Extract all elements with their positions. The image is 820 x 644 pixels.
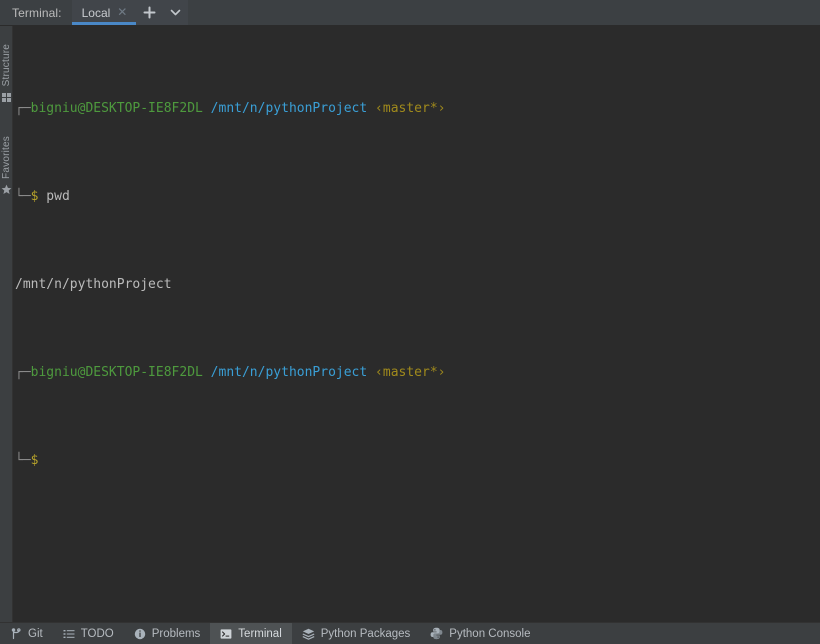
sidebar-item-structure[interactable]: Structure	[0, 44, 13, 107]
terminal-line: └─$	[13, 450, 820, 472]
pycharm-terminal-window: Terminal: Local ✕ Structure Favorites ┌─…	[0, 0, 820, 644]
sidebar-item-label: Structure	[1, 44, 12, 87]
terminal-tab-label: Local	[81, 5, 111, 20]
status-item-label: Terminal	[238, 627, 282, 640]
status-item-python-packages[interactable]: Python Packages	[292, 623, 421, 644]
status-item-problems[interactable]: Problems	[124, 623, 211, 644]
sidebar-item-label: Favorites	[1, 136, 12, 179]
status-item-label: Python Packages	[320, 627, 411, 640]
prompt-bracket-top: ┌─	[15, 101, 31, 116]
status-item-label: Git	[28, 627, 43, 640]
status-item-todo[interactable]: TODO	[53, 623, 124, 644]
terminal-line: /mnt/n/pythonProject	[13, 274, 820, 296]
chevron-down-icon[interactable]	[162, 0, 189, 25]
terminal-header-label: Terminal:	[12, 5, 62, 20]
packages-layers-icon	[302, 628, 315, 640]
prompt-path: /mnt/n/pythonProject	[210, 365, 368, 380]
sidebar-item-favorites[interactable]: Favorites	[0, 136, 13, 200]
prompt-dollar: $	[30, 453, 39, 468]
terminal-output-area[interactable]: ┌─bigniu@DESKTOP-IE8F2DL /mnt/n/pythonPr…	[13, 26, 820, 622]
status-item-terminal[interactable]: Terminal	[210, 623, 292, 644]
prompt-path: /mnt/n/pythonProject	[210, 101, 368, 116]
status-bar: Git TODO Problems Terminal Python Packag…	[0, 622, 820, 644]
status-item-git[interactable]: Git	[0, 623, 53, 644]
star-icon	[1, 182, 12, 200]
status-item-label: TODO	[80, 627, 114, 640]
plus-icon[interactable]	[136, 0, 163, 25]
left-tool-strip: Structure Favorites	[0, 26, 13, 622]
terminal-text: ┌─bigniu@DESKTOP-IE8F2DL /mnt/n/pythonPr…	[13, 32, 820, 538]
prompt-git-branch: ‹master*›	[375, 365, 446, 380]
python-icon	[430, 627, 443, 640]
prompt-bracket-top: ┌─	[15, 365, 31, 380]
terminal-tab-local[interactable]: Local ✕	[71, 0, 137, 25]
close-icon[interactable]: ✕	[116, 6, 128, 19]
terminal-header: Terminal: Local ✕	[0, 0, 820, 26]
prompt-user-host: bigniu@DESKTOP-IE8F2DL	[30, 101, 203, 116]
todo-list-icon	[63, 628, 75, 640]
terminal-output: /mnt/n/pythonProject	[15, 277, 172, 292]
status-item-label: Python Console	[449, 627, 531, 640]
structure-grid-icon	[2, 89, 11, 107]
git-branch-icon	[10, 627, 22, 640]
terminal-command: pwd	[38, 189, 70, 204]
info-circle-icon	[134, 628, 146, 640]
terminal-line: ┌─bigniu@DESKTOP-IE8F2DL /mnt/n/pythonPr…	[13, 98, 820, 120]
prompt-user-host: bigniu@DESKTOP-IE8F2DL	[30, 365, 203, 380]
terminal-icon	[220, 628, 232, 640]
prompt-bracket-bottom: └─	[15, 189, 31, 204]
status-item-python-console[interactable]: Python Console	[420, 623, 540, 644]
status-item-label: Problems	[151, 627, 201, 640]
prompt-bracket-bottom: └─	[15, 453, 31, 468]
terminal-line: ┌─bigniu@DESKTOP-IE8F2DL /mnt/n/pythonPr…	[13, 362, 820, 384]
terminal-line: └─$ pwd	[13, 186, 820, 208]
prompt-git-branch: ‹master*›	[375, 101, 446, 116]
terminal-tabstrip: Local ✕	[71, 0, 189, 25]
